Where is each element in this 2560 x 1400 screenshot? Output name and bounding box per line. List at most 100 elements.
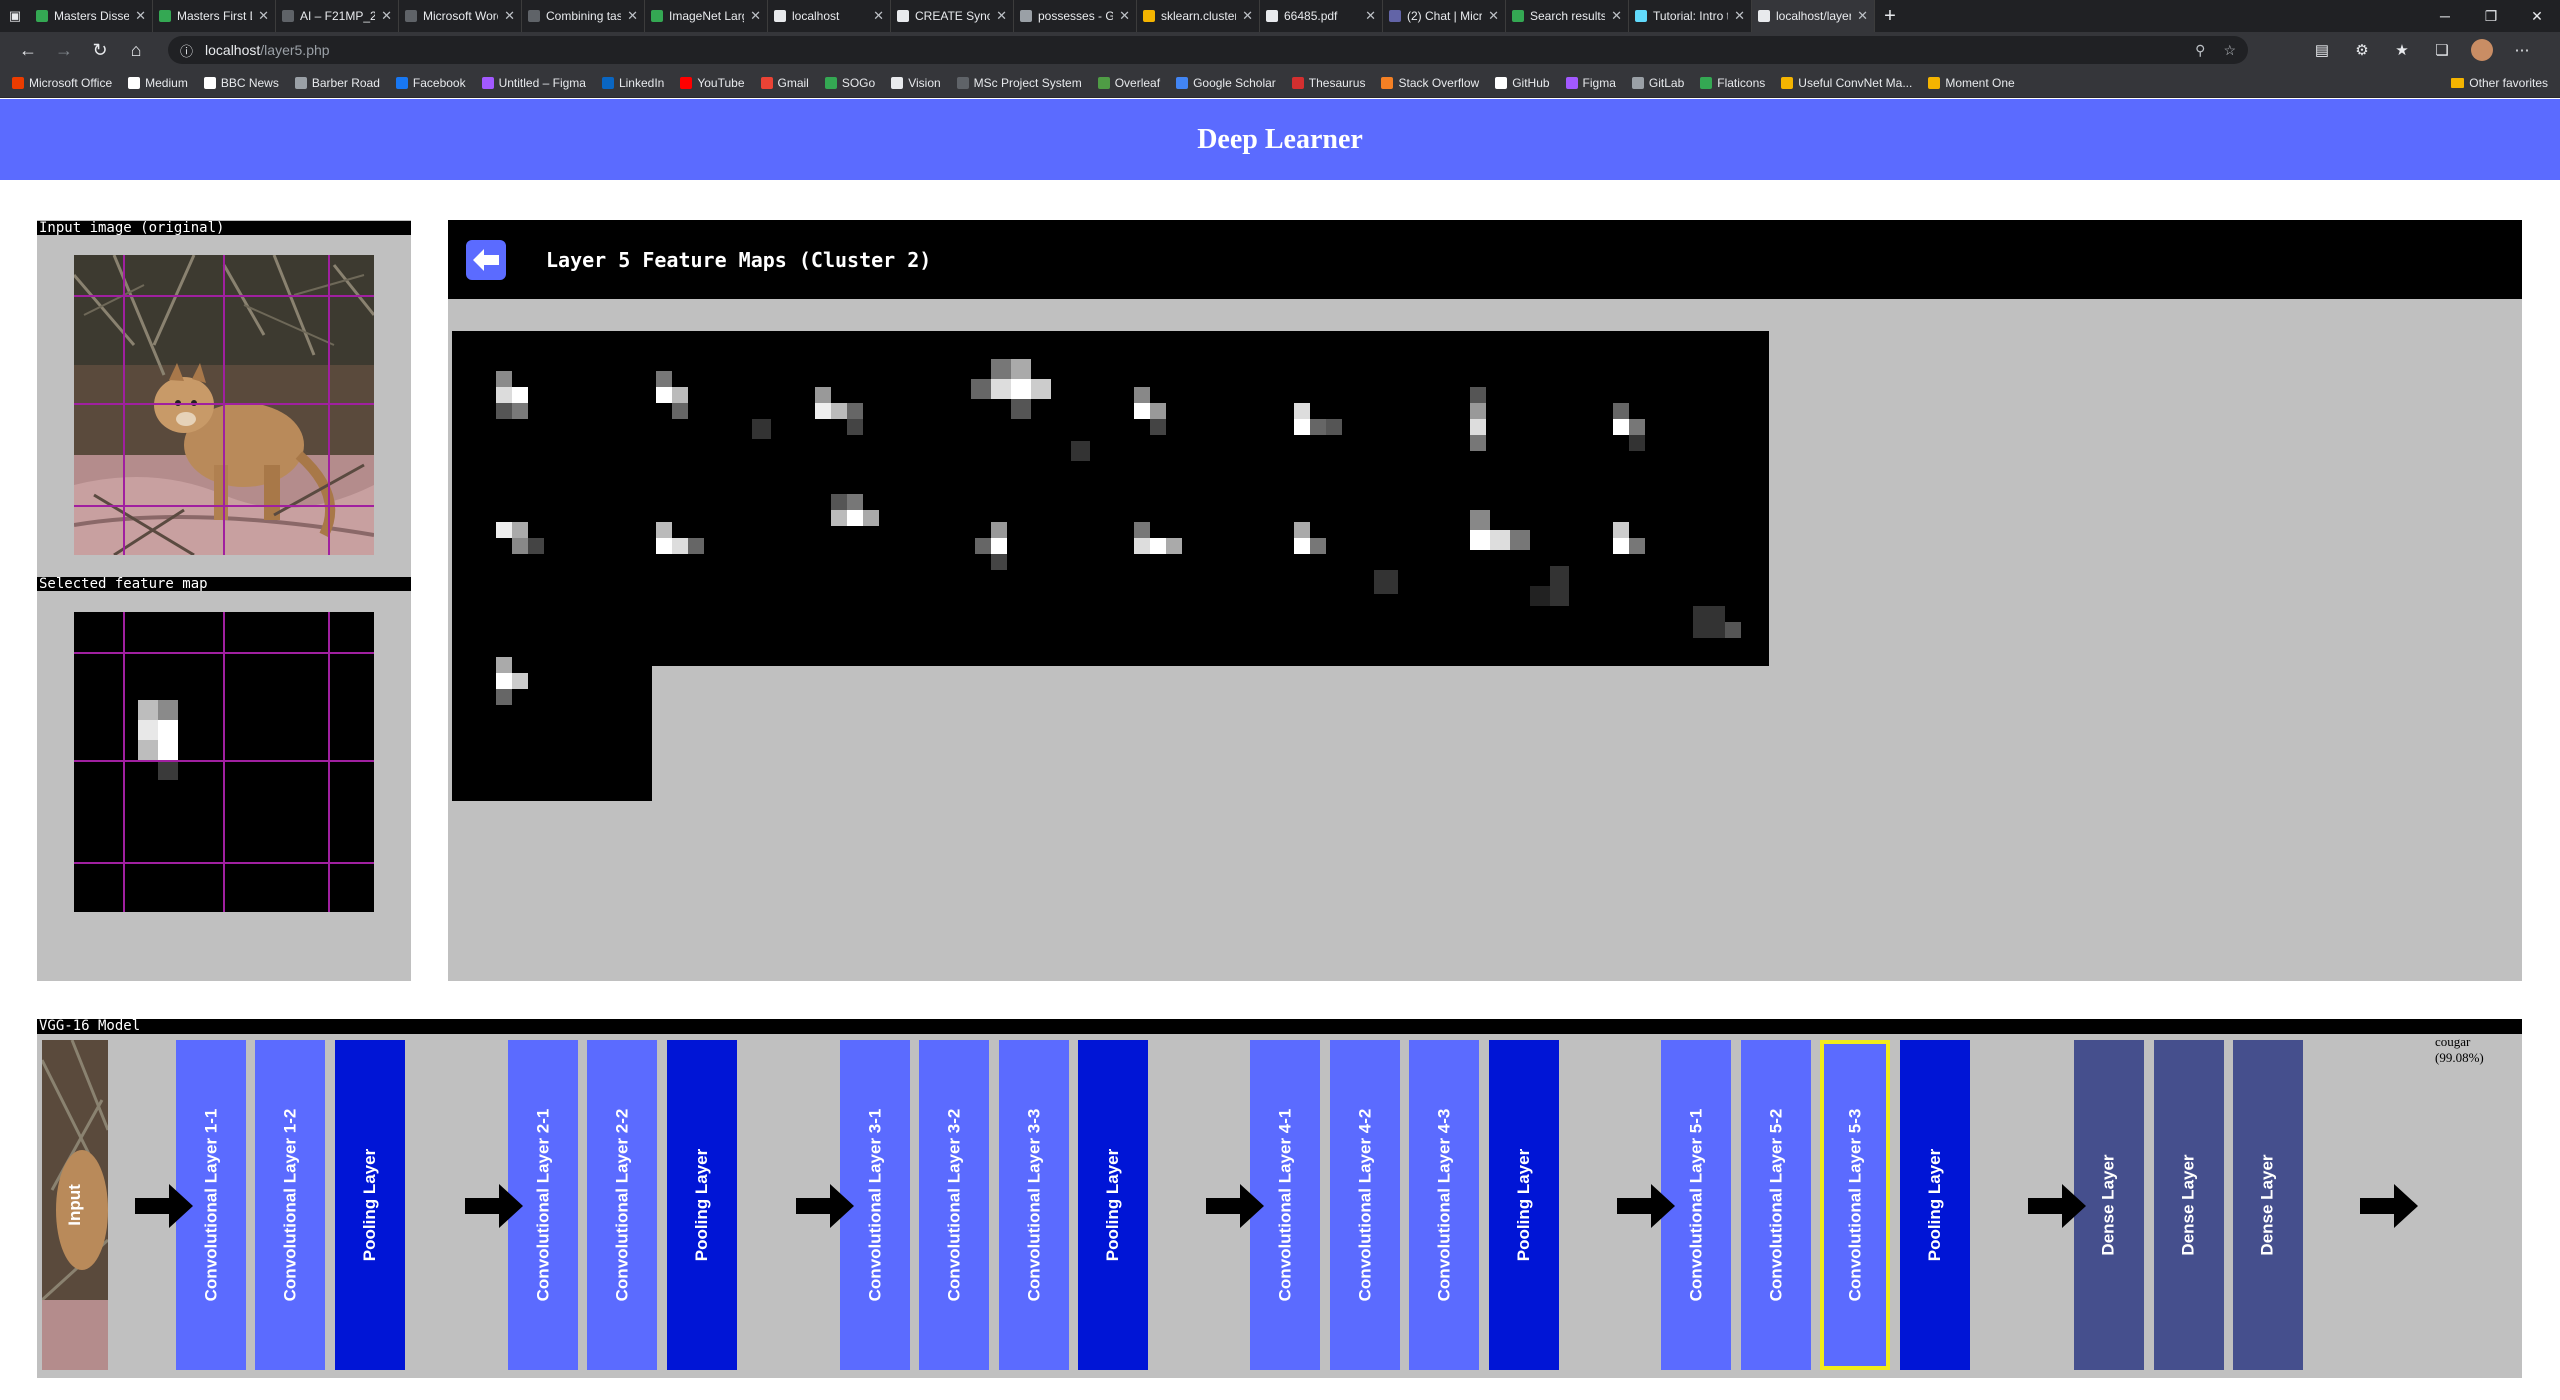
browser-tab[interactable]: Combining task ✕	[522, 0, 645, 32]
tab-actions-icon[interactable]: ▣	[0, 0, 30, 32]
bookmark-item[interactable]: Microsoft Office	[12, 76, 112, 90]
pooling-layer-block[interactable]: Pooling Layer	[1078, 1040, 1148, 1370]
bookmark-item[interactable]: Useful ConvNet Ma...	[1781, 76, 1912, 90]
close-tab-icon[interactable]: ✕	[1488, 8, 1499, 24]
browser-tab[interactable]: AI – F21MP_2020 ✕	[276, 0, 399, 32]
browser-tab[interactable]: localhost ✕	[768, 0, 891, 32]
bookmark-item[interactable]: GitLab	[1631, 76, 1684, 90]
input-layer[interactable]: Input	[42, 1040, 108, 1370]
close-tab-icon[interactable]: ✕	[873, 8, 884, 24]
bookmark-item[interactable]: Medium	[128, 76, 188, 90]
browser-tab[interactable]: Tutorial: Intro to ✕	[1629, 0, 1752, 32]
bookmark-item[interactable]: Overleaf	[1097, 76, 1160, 90]
browser-tab[interactable]: Masters First De ✕	[153, 0, 276, 32]
pooling-layer-block[interactable]: Pooling Layer	[667, 1040, 737, 1370]
conv-layer-block[interactable]: Convolutional Layer 2-2	[587, 1040, 657, 1370]
conv-layer-block[interactable]: Convolutional Layer 4-2	[1330, 1040, 1400, 1370]
url-field[interactable]: ⓘ localhost/layer5.php ⚲ ☆	[168, 36, 2248, 64]
conv-layer-block[interactable]: Convolutional Layer 5-3	[1820, 1040, 1890, 1370]
close-window-icon[interactable]: ✕	[2514, 0, 2560, 32]
bookmark-item[interactable]: Figma	[1565, 76, 1616, 90]
add-favorite-icon[interactable]: ☆	[2223, 42, 2236, 59]
activation-pixel	[847, 419, 863, 435]
other-favorites[interactable]: Other favorites	[2451, 68, 2548, 98]
bookmark-label: Medium	[145, 75, 188, 90]
bookmark-item[interactable]: Stack Overflow	[1381, 76, 1479, 90]
feature-map-thumbnail[interactable]	[1569, 466, 1769, 666]
conv-layer-block[interactable]: Convolutional Layer 1-2	[255, 1040, 325, 1370]
browser-tab[interactable]: CREATE Synonym ✕	[891, 0, 1014, 32]
close-tab-icon[interactable]: ✕	[1734, 8, 1745, 24]
browser-tab[interactable]: Search results fo ✕	[1506, 0, 1629, 32]
feature-map-thumbnail[interactable]	[452, 601, 652, 801]
close-tab-icon[interactable]: ✕	[135, 8, 146, 24]
pooling-layer-block[interactable]: Pooling Layer	[1489, 1040, 1559, 1370]
bookmark-item[interactable]: GitHub	[1495, 76, 1550, 90]
conv-layer-block[interactable]: Convolutional Layer 3-2	[919, 1040, 989, 1370]
browser-tab[interactable]: sklearn.cluster.A ✕	[1137, 0, 1260, 32]
conv-layer-block[interactable]: Convolutional Layer 4-3	[1409, 1040, 1479, 1370]
browser-tab[interactable]: localhost/layer5 ✕	[1752, 0, 1875, 32]
browser-tab[interactable]: 66485.pdf ✕	[1260, 0, 1383, 32]
close-tab-icon[interactable]: ✕	[996, 8, 1007, 24]
bookmark-item[interactable]: Barber Road	[294, 76, 380, 90]
site-info-icon[interactable]: ⓘ	[180, 41, 193, 60]
bookmark-item[interactable]: Google Scholar	[1176, 76, 1276, 90]
close-tab-icon[interactable]: ✕	[750, 8, 761, 24]
home-icon[interactable]: ⌂	[118, 32, 154, 68]
bookmark-item[interactable]: YouTube	[680, 76, 745, 90]
favorites-icon[interactable]: ★	[2384, 32, 2420, 68]
activation-pixel	[1294, 403, 1310, 419]
close-tab-icon[interactable]: ✕	[1365, 8, 1376, 24]
dense-layer-block[interactable]: Dense Layer	[2233, 1040, 2303, 1370]
bookmark-item[interactable]: Thesaurus	[1291, 76, 1365, 90]
bookmark-icon	[824, 76, 837, 89]
restore-icon[interactable]: ❐	[2468, 0, 2514, 32]
bookmark-item[interactable]: Moment One	[1928, 76, 2015, 90]
collections-icon[interactable]: ❏	[2424, 32, 2460, 68]
pooling-layer-block[interactable]: Pooling Layer	[1900, 1040, 1970, 1370]
bookmark-icon	[1700, 76, 1713, 89]
bookmark-item[interactable]: LinkedIn	[601, 76, 664, 90]
bookmark-item[interactable]: Facebook	[395, 76, 466, 90]
pooling-layer-block[interactable]: Pooling Layer	[335, 1040, 405, 1370]
conv-layer-block[interactable]: Convolutional Layer 5-2	[1741, 1040, 1811, 1370]
tab-favicon	[774, 10, 786, 22]
refresh-icon[interactable]: ↻	[82, 32, 118, 68]
new-tab-button[interactable]: +	[1875, 0, 1905, 32]
browser-tab[interactable]: Masters Disserta ✕	[30, 0, 153, 32]
reading-list-icon[interactable]: ▤	[2304, 32, 2340, 68]
bookmark-item[interactable]: Gmail	[760, 76, 809, 90]
close-tab-icon[interactable]: ✕	[504, 8, 515, 24]
close-tab-icon[interactable]: ✕	[1857, 8, 1868, 24]
back-button[interactable]	[466, 239, 506, 280]
browser-tab[interactable]: Microsoft Word ✕	[399, 0, 522, 32]
extensions-icon[interactable]: ⚙	[2344, 32, 2380, 68]
grid-line	[74, 652, 374, 654]
close-tab-icon[interactable]: ✕	[627, 8, 638, 24]
browser-tab[interactable]: possesses - Goo ✕	[1014, 0, 1137, 32]
bookmark-item[interactable]: BBC News	[203, 76, 279, 90]
browser-tab[interactable]: ImageNet Large ✕	[645, 0, 768, 32]
close-tab-icon[interactable]: ✕	[1119, 8, 1130, 24]
close-tab-icon[interactable]: ✕	[1242, 8, 1253, 24]
dense-layer-block[interactable]: Dense Layer	[2154, 1040, 2224, 1370]
bookmark-item[interactable]: Vision	[891, 76, 941, 90]
browser-tab[interactable]: (2) Chat | Micros ✕	[1383, 0, 1506, 32]
conv-layer-block[interactable]: Convolutional Layer 3-3	[999, 1040, 1069, 1370]
bookmark-item[interactable]: MSc Project System	[956, 76, 1082, 90]
close-tab-icon[interactable]: ✕	[381, 8, 392, 24]
bookmark-item[interactable]: SOGo	[824, 76, 875, 90]
bookmark-icon	[1291, 76, 1304, 89]
zoom-icon[interactable]: ⚲	[2195, 42, 2205, 59]
activation-pixel	[512, 673, 528, 689]
profile-avatar[interactable]	[2464, 32, 2500, 68]
more-menu-icon[interactable]: ⋯	[2504, 32, 2540, 68]
bookmark-item[interactable]: Untitled – Figma	[481, 76, 586, 90]
minimize-icon[interactable]: ─	[2422, 0, 2468, 32]
forward-nav-icon[interactable]: →	[46, 32, 82, 68]
back-nav-icon[interactable]: ←	[10, 32, 46, 68]
close-tab-icon[interactable]: ✕	[258, 8, 269, 24]
close-tab-icon[interactable]: ✕	[1611, 8, 1622, 24]
bookmark-item[interactable]: Flaticons	[1700, 76, 1765, 90]
